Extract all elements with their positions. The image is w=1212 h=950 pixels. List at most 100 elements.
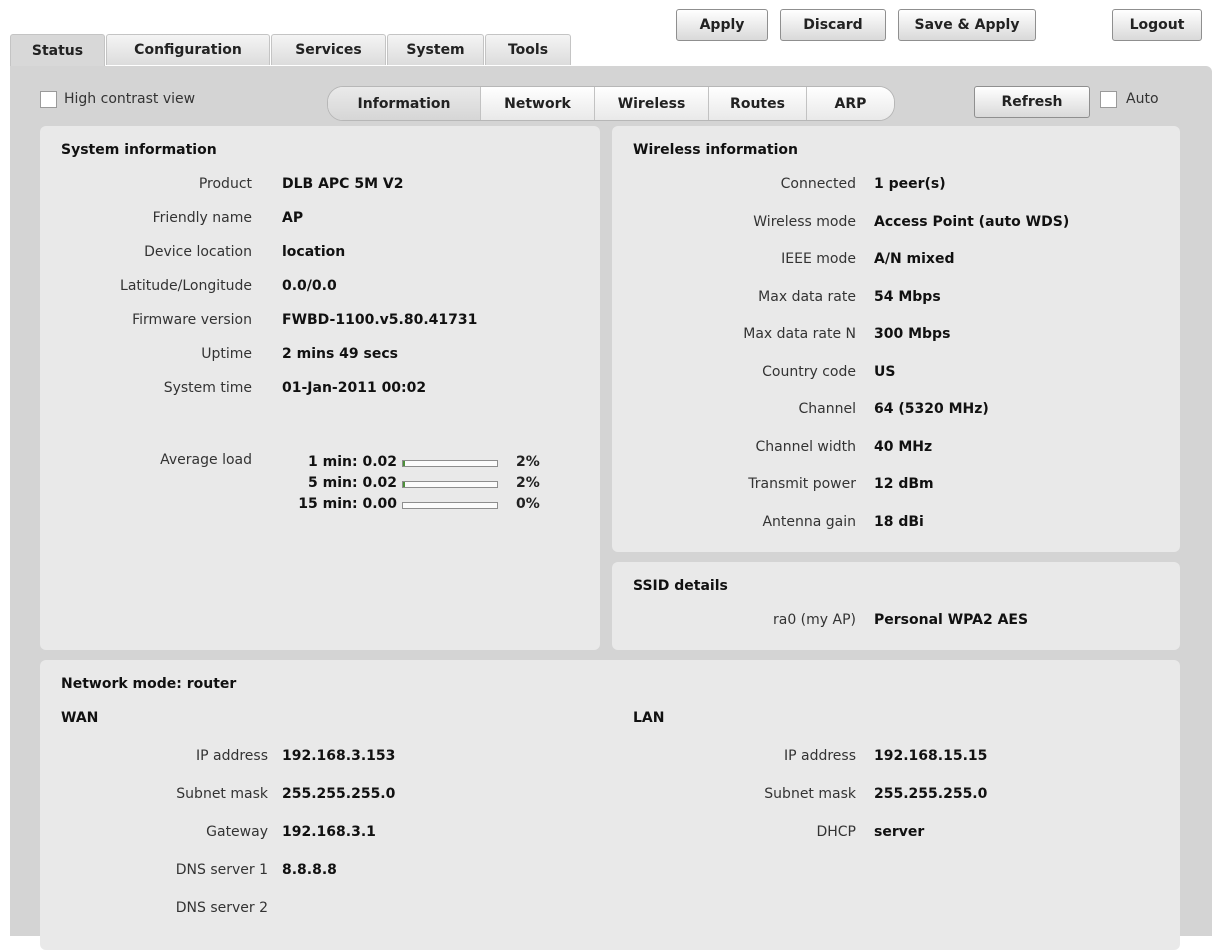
lan-title: LAN [633,710,665,726]
load-label: 1 min: 0.02 [308,454,397,470]
main-tabs: Status Configuration Services System Too… [10,34,572,66]
system-info-value: location [282,244,346,260]
wireless-info-label: Max data rate [758,288,856,305]
wan-row: DNS server 2 [40,900,1180,920]
subtab-information[interactable]: Information [328,87,480,120]
wireless-info-value: Access Point (auto WDS) [874,213,1070,230]
wireless-info-value: 1 peer(s) [874,176,946,192]
high-contrast-label: High contrast view [64,91,196,107]
system-info-row: Friendly name AP [40,210,600,230]
lan-value: server [874,824,925,840]
wireless-info-label: Wireless mode [753,213,856,230]
wan-value: 8.8.8.8 [282,862,337,878]
ssid-title: SSID details [633,578,728,594]
system-info-label: System time [163,380,252,396]
ssid-label: ra0 (my AP) [772,612,856,628]
system-info-row: Device location location [40,244,600,264]
system-info-value: 0.0/0.0 [282,278,337,294]
load-bar-fill [403,461,405,466]
lan-value: 192.168.15.15 [874,748,988,764]
network-mode-title: Network mode: router [61,676,237,692]
wan-row: DNS server 1 8.8.8.8 [40,862,1180,882]
system-info-panel: System information Product DLB APC 5M V2 F… [40,126,600,650]
load-bar-fill [403,482,405,487]
system-info-value: FWBD-1100.v5.80.41731 [282,312,478,328]
wireless-info-row: Max data rate N 300 Mbps [612,326,1180,346]
subtab-wireless[interactable]: Wireless [594,87,708,120]
tab-tools[interactable]: Tools [485,34,571,65]
wireless-info-label: Connected [780,176,856,192]
system-info-value: 2 mins 49 secs [282,346,398,362]
wireless-info-row: IEEE mode A/N mixed [612,251,1180,271]
system-info-label: Firmware version [132,312,252,328]
system-info-value: DLB APC 5M V2 [282,176,404,192]
subtab-routes[interactable]: Routes [708,87,806,120]
wireless-info-value: 64 (5320 MHz) [874,401,989,417]
wireless-info-row: Antenna gain 18 dBi [612,514,1180,534]
auto-label: Auto [1126,91,1159,107]
apply-button[interactable]: Apply [676,9,768,41]
system-info-value: AP [282,210,304,226]
load-bar [402,481,498,488]
wireless-info-row: Transmit power 12 dBm [612,476,1180,496]
wireless-info-value: 40 MHz [874,438,933,455]
tab-status[interactable]: Status [10,34,105,66]
wireless-info-row: Channel 64 (5320 MHz) [612,401,1180,421]
auto-refresh-checkbox[interactable] [1100,91,1117,108]
status-subtabs: Information Network Wireless Routes ARP [327,86,895,121]
logout-button[interactable]: Logout [1112,9,1202,41]
subtab-network[interactable]: Network [480,87,594,120]
wan-label: DNS server 1 [175,862,268,878]
wireless-info-row: Country code US [612,364,1180,384]
tab-services[interactable]: Services [271,34,386,65]
wireless-info-panel: Wireless information Connected 1 peer(s) W… [612,126,1180,552]
tab-configuration[interactable]: Configuration [106,34,270,65]
wireless-info-label: Antenna gain [762,513,856,530]
wireless-info-value: 18 dBi [874,513,924,530]
system-info-label: Product [198,176,252,192]
system-info-label: Friendly name [152,210,252,226]
load-bar [402,502,498,509]
lan-label: IP address [783,748,856,764]
ssid-panel: SSID details ra0 (my AP) Personal WPA2 AE… [612,562,1180,650]
load-bar [402,460,498,467]
network-panel: Network mode: router WAN LAN IP address 1… [40,660,1180,950]
wireless-info-value: A/N mixed [874,251,955,267]
system-info-label: Uptime [201,346,252,362]
wireless-info-title: Wireless information [633,142,798,158]
wan-label: DNS server 2 [175,900,268,916]
discard-button[interactable]: Discard [780,9,886,41]
wireless-info-label: Channel [798,401,856,417]
lan-row: Subnet mask 255.255.255.0 [40,786,1180,806]
lan-value: 255.255.255.0 [874,786,988,802]
wireless-info-label: Transmit power [748,476,856,492]
refresh-button[interactable]: Refresh [974,86,1090,118]
system-info-row: Firmware version FWBD-1100.v5.80.41731 [40,312,600,332]
system-info-label: Latitude/Longitude [120,278,252,294]
wireless-info-row: Channel width 40 MHz [612,439,1180,459]
wireless-info-row: Connected 1 peer(s) [612,176,1180,196]
load-percent: 2% [516,475,540,491]
wireless-info-value: 54 Mbps [874,288,941,305]
lan-row: DHCP server [40,824,1180,844]
wireless-info-label: Country code [762,363,856,380]
save-apply-button[interactable]: Save & Apply [898,9,1036,41]
system-info-row: System time 01-Jan-2011 00:02 [40,380,600,400]
wireless-info-label: IEEE mode [781,251,856,267]
load-percent: 0% [516,496,540,512]
system-info-title: System information [61,142,217,158]
wireless-info-row: Max data rate 54 Mbps [612,289,1180,309]
load-label: 15 min: 0.00 [298,496,397,512]
ssid-value: Personal WPA2 AES [874,612,1029,628]
system-info-row: Uptime 2 mins 49 secs [40,346,600,366]
system-info-value: 01-Jan-2011 00:02 [282,380,427,396]
subtab-arp[interactable]: ARP [806,87,894,120]
wireless-info-label: Max data rate N [743,326,856,342]
system-info-row: Product DLB APC 5M V2 [40,176,600,196]
wireless-info-value: 300 Mbps [874,326,951,342]
wan-title: WAN [61,710,99,726]
wireless-info-row: Wireless mode Access Point (auto WDS) [612,214,1180,234]
system-info-row: Latitude/Longitude 0.0/0.0 [40,278,600,298]
high-contrast-checkbox[interactable] [40,91,57,108]
tab-system[interactable]: System [387,34,484,65]
